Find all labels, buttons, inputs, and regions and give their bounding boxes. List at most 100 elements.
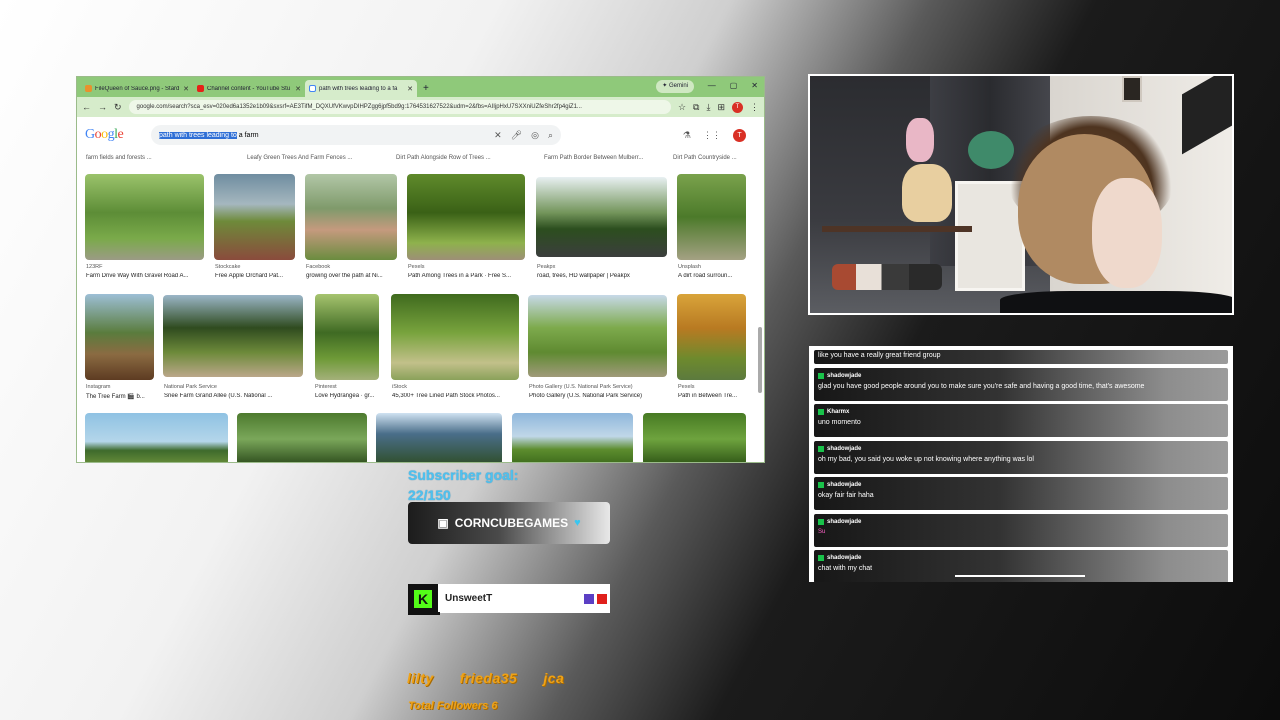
image-source: Photo Gallery (U.S. National Park Servic… — [529, 384, 633, 390]
chat-message: shadowjade glad you have good people aro… — [814, 367, 1228, 401]
image-caption[interactable]: Farm Path Border Between Mulberr... — [544, 155, 643, 161]
twitch-icon: ▣ — [437, 516, 449, 530]
chat-badge-icon — [818, 445, 824, 452]
result-image[interactable] — [391, 294, 519, 380]
image-title[interactable]: The Tree Farm 🎬 b... — [86, 393, 158, 400]
search-icon[interactable]: ⌕ — [548, 130, 553, 141]
image-title[interactable]: Farm Drive Way With Gravel Road A... — [86, 273, 208, 279]
result-image[interactable] — [677, 174, 746, 260]
search-query-selected: path with trees leading to — [159, 131, 237, 139]
forward-icon[interactable]: → — [98, 102, 107, 112]
result-image[interactable] — [643, 413, 746, 462]
search-input[interactable]: path with trees leading to a farm ✕ 🎤︎ ◎… — [151, 125, 561, 145]
result-image[interactable] — [677, 294, 746, 380]
back-icon[interactable]: ← — [82, 102, 91, 112]
result-image[interactable] — [237, 413, 367, 462]
result-image[interactable] — [528, 295, 667, 377]
image-title[interactable]: A dirt road surroun... — [678, 273, 748, 279]
download-icon[interactable]: ⤓ — [706, 102, 710, 113]
result-image[interactable] — [85, 174, 204, 260]
image-title[interactable]: Photo Gallery (U.S. National Park Servic… — [529, 393, 671, 399]
close-icon[interactable]: ✕ — [183, 85, 189, 93]
google-header: Google path with trees leading to a farm… — [77, 117, 764, 153]
search-query[interactable]: path with trees leading to a farm — [159, 131, 485, 139]
result-image[interactable] — [376, 413, 502, 462]
chat-message: shadowjade chat with my chat — [814, 550, 1228, 582]
image-caption[interactable]: Dirt Path Countryside ... — [673, 155, 737, 161]
new-tab-button[interactable]: + — [417, 80, 435, 97]
image-caption[interactable]: Leafy Green Trees And Farm Fences ... — [247, 155, 352, 161]
image-source: Stockcake — [215, 264, 241, 270]
result-image[interactable] — [85, 294, 154, 380]
chat-message-text: okay fair fair haha — [818, 492, 874, 499]
image-title[interactable]: Path Among Trees in a Park · Free S... — [408, 273, 530, 279]
chat-username: shadowjade — [827, 518, 862, 525]
browser-tab-active[interactable]: path with trees leading to a fa ✕ — [305, 80, 417, 97]
close-icon[interactable]: ✕ — [407, 85, 413, 93]
extension-puzzle-icon[interactable]: ⊞ — [717, 102, 725, 113]
result-image[interactable] — [407, 174, 525, 260]
profile-avatar[interactable]: T — [732, 101, 743, 113]
result-image[interactable] — [163, 295, 303, 377]
window-controls: — ▢ ✕ — [708, 81, 758, 90]
google-header-actions: ⚗ ⋮⋮ T — [683, 129, 746, 142]
close-icon[interactable]: ✕ — [295, 85, 301, 93]
result-image[interactable] — [315, 294, 379, 380]
subscriber-goal-label: Subscriber goal: — [408, 467, 519, 483]
chat-message-text: chat with my chat — [818, 565, 873, 572]
clear-icon[interactable]: ✕ — [494, 130, 502, 141]
bookmark-star-icon[interactable]: ☆ — [678, 102, 686, 113]
chat-message: like you have a really great friend grou… — [814, 350, 1228, 364]
result-image[interactable] — [536, 177, 667, 257]
gemini-button[interactable]: ✦ Gemini — [656, 80, 694, 93]
heart-icon: ♥ — [574, 517, 581, 529]
browser-capture: FileQueen of Sauce.png - Stard ✕ Channel… — [76, 76, 765, 463]
labs-flask-icon[interactable]: ⚗ — [683, 130, 691, 141]
chat-username: Kharmx — [827, 409, 850, 415]
image-source: Facebook — [306, 264, 331, 270]
chat-divider — [955, 575, 1085, 577]
webcam-plush-toy — [902, 164, 952, 222]
image-caption[interactable]: farm fields and forests ... — [86, 155, 152, 161]
url-field[interactable]: google.com/search?sca_esv=020ed6a1352e1b… — [128, 100, 671, 114]
result-image[interactable] — [214, 174, 295, 260]
lens-icon[interactable]: ◎ — [531, 130, 539, 141]
image-title[interactable]: growing over the path at Ni... — [306, 273, 401, 279]
extensions-icon[interactable]: ⧉ — [693, 102, 699, 113]
apps-grid-icon[interactable]: ⋮⋮ — [703, 130, 721, 141]
total-followers: Total Followers 6 — [408, 700, 498, 712]
subscriber-goal: Subscriber goal: 22/150 — [408, 465, 518, 505]
account-avatar[interactable]: T — [733, 129, 746, 142]
webcam-picture-frame — [1122, 76, 1142, 102]
chat-message: shadowjade okay fair fair haha — [814, 477, 1228, 510]
maximize-icon[interactable]: ▢ — [730, 81, 738, 90]
image-source: Instagram — [86, 384, 111, 390]
microphone-icon[interactable]: 🎤︎ — [511, 130, 522, 141]
chat-badge-icon — [818, 555, 824, 561]
image-title[interactable]: Snee Farm Grand Allée (U.S. National ... — [164, 393, 306, 399]
result-image[interactable] — [85, 413, 228, 462]
chat-username: shadowjade — [827, 445, 862, 452]
scrollbar[interactable] — [758, 327, 762, 393]
close-window-icon[interactable]: ✕ — [751, 81, 758, 90]
chat-message-text: Su — [818, 528, 826, 535]
twitch-channel-name: CORNCUBEGAMES — [454, 516, 569, 530]
image-caption[interactable]: Dirt Path Alongside Row of Trees ... — [396, 155, 491, 161]
chat-message-text: oh my bad, you said you woke up not know… — [818, 455, 1034, 463]
image-title[interactable]: Free Apple Orchard Pat... — [215, 273, 299, 279]
menu-icon[interactable]: ⋮ — [750, 102, 759, 113]
result-image[interactable] — [305, 174, 397, 260]
image-title[interactable]: Path in Between Tre... — [678, 393, 748, 399]
tab-label: path with trees leading to a fa — [319, 85, 398, 92]
image-source: Pexels — [408, 264, 425, 270]
image-title[interactable]: Love Hydrangea · gr... — [315, 393, 383, 399]
reload-icon[interactable]: ↻ — [114, 102, 122, 113]
google-logo[interactable]: Google — [85, 127, 141, 143]
minimize-icon[interactable]: — — [708, 81, 716, 90]
image-source: National Park Service — [164, 384, 217, 390]
browser-tab[interactable]: FileQueen of Sauce.png - Stard ✕ — [81, 80, 193, 97]
image-title[interactable]: road, trees, HD wallpaper | Peakpx — [537, 273, 671, 279]
browser-tab[interactable]: Channel content - YouTube Stu ✕ — [193, 80, 305, 97]
image-title[interactable]: 45,300+ Tree Lined Path Stock Photos... — [392, 393, 522, 399]
result-image[interactable] — [512, 413, 633, 462]
